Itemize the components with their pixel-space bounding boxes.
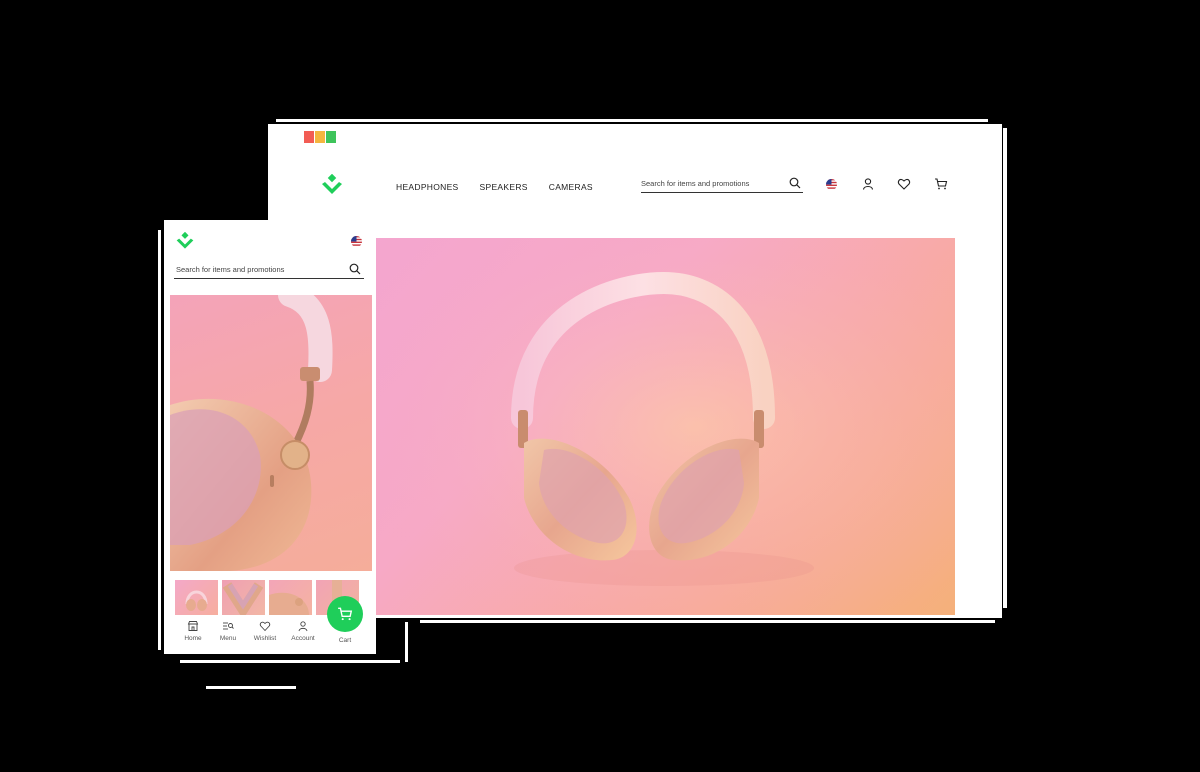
bottom-nav-wishlist[interactable]: Wishlist bbox=[247, 620, 283, 642]
heart-icon bbox=[259, 621, 271, 632]
bottom-nav-label: Menu bbox=[219, 635, 237, 642]
headphones-closeup-illustration bbox=[170, 295, 333, 571]
brand-logo[interactable] bbox=[320, 174, 344, 198]
close-dot[interactable] bbox=[304, 131, 314, 143]
mobile-window: Search for items and promotions Home Men… bbox=[164, 220, 376, 654]
thumbnail-2[interactable] bbox=[222, 580, 265, 615]
bottom-nav-cart[interactable]: Cart bbox=[327, 634, 363, 644]
us-flag-icon[interactable] bbox=[826, 179, 837, 190]
nav-headphones[interactable]: HEADPHONES bbox=[396, 182, 459, 192]
bottom-nav: Home Menu Wishlist Account Cart bbox=[164, 620, 376, 650]
search-icon[interactable] bbox=[789, 177, 801, 189]
search-placeholder: Search for items and promotions bbox=[641, 179, 750, 188]
product-image-closeup[interactable] bbox=[170, 295, 372, 571]
desktop-window: HEADPHONES SPEAKERS CAMERAS Search for i… bbox=[268, 124, 1002, 618]
maximize-dot[interactable] bbox=[326, 131, 336, 143]
store-icon bbox=[187, 621, 199, 631]
search-placeholder: Search for items and promotions bbox=[176, 265, 285, 274]
nav-cameras[interactable]: CAMERAS bbox=[549, 182, 593, 192]
hero-product-image[interactable] bbox=[374, 238, 955, 615]
brand-logo-mobile[interactable] bbox=[175, 232, 195, 252]
desktop-frame-top bbox=[276, 119, 988, 122]
main-nav: HEADPHONES SPEAKERS CAMERAS bbox=[396, 182, 593, 192]
bottom-nav-home[interactable]: Home bbox=[175, 620, 211, 642]
bottom-nav-label: Cart bbox=[338, 637, 352, 644]
mobile-frame-right bbox=[405, 622, 408, 662]
cart-icon[interactable] bbox=[934, 177, 948, 191]
us-flag-icon[interactable] bbox=[351, 236, 362, 247]
search-icon[interactable] bbox=[349, 263, 361, 275]
nav-speakers[interactable]: SPEAKERS bbox=[480, 182, 528, 192]
wishlist-icon[interactable] bbox=[897, 177, 911, 191]
desktop-frame-bottom bbox=[420, 620, 995, 623]
mobile-frame-left bbox=[158, 230, 161, 650]
thumbnail-1[interactable] bbox=[175, 580, 218, 615]
menu-search-icon bbox=[223, 622, 234, 630]
bottom-nav-menu[interactable]: Menu bbox=[210, 620, 246, 642]
mobile-frame-bottom bbox=[180, 660, 400, 663]
headphones-illustration bbox=[374, 238, 955, 615]
bottom-nav-account[interactable]: Account bbox=[285, 620, 321, 642]
bottom-nav-label: Account bbox=[291, 635, 315, 642]
person-icon bbox=[298, 621, 308, 632]
account-icon[interactable] bbox=[861, 177, 875, 191]
window-controls bbox=[304, 131, 337, 143]
search-input[interactable]: Search for items and promotions bbox=[174, 260, 364, 279]
mobile-frame-bottom-2 bbox=[206, 686, 296, 689]
minimize-dot[interactable] bbox=[315, 131, 325, 143]
desktop-frame-right bbox=[1003, 128, 1007, 608]
bottom-nav-label: Home bbox=[184, 635, 202, 642]
search-input[interactable]: Search for items and promotions bbox=[641, 174, 803, 193]
bottom-nav-label: Wishlist bbox=[253, 635, 277, 642]
thumbnail-3[interactable] bbox=[269, 580, 312, 615]
